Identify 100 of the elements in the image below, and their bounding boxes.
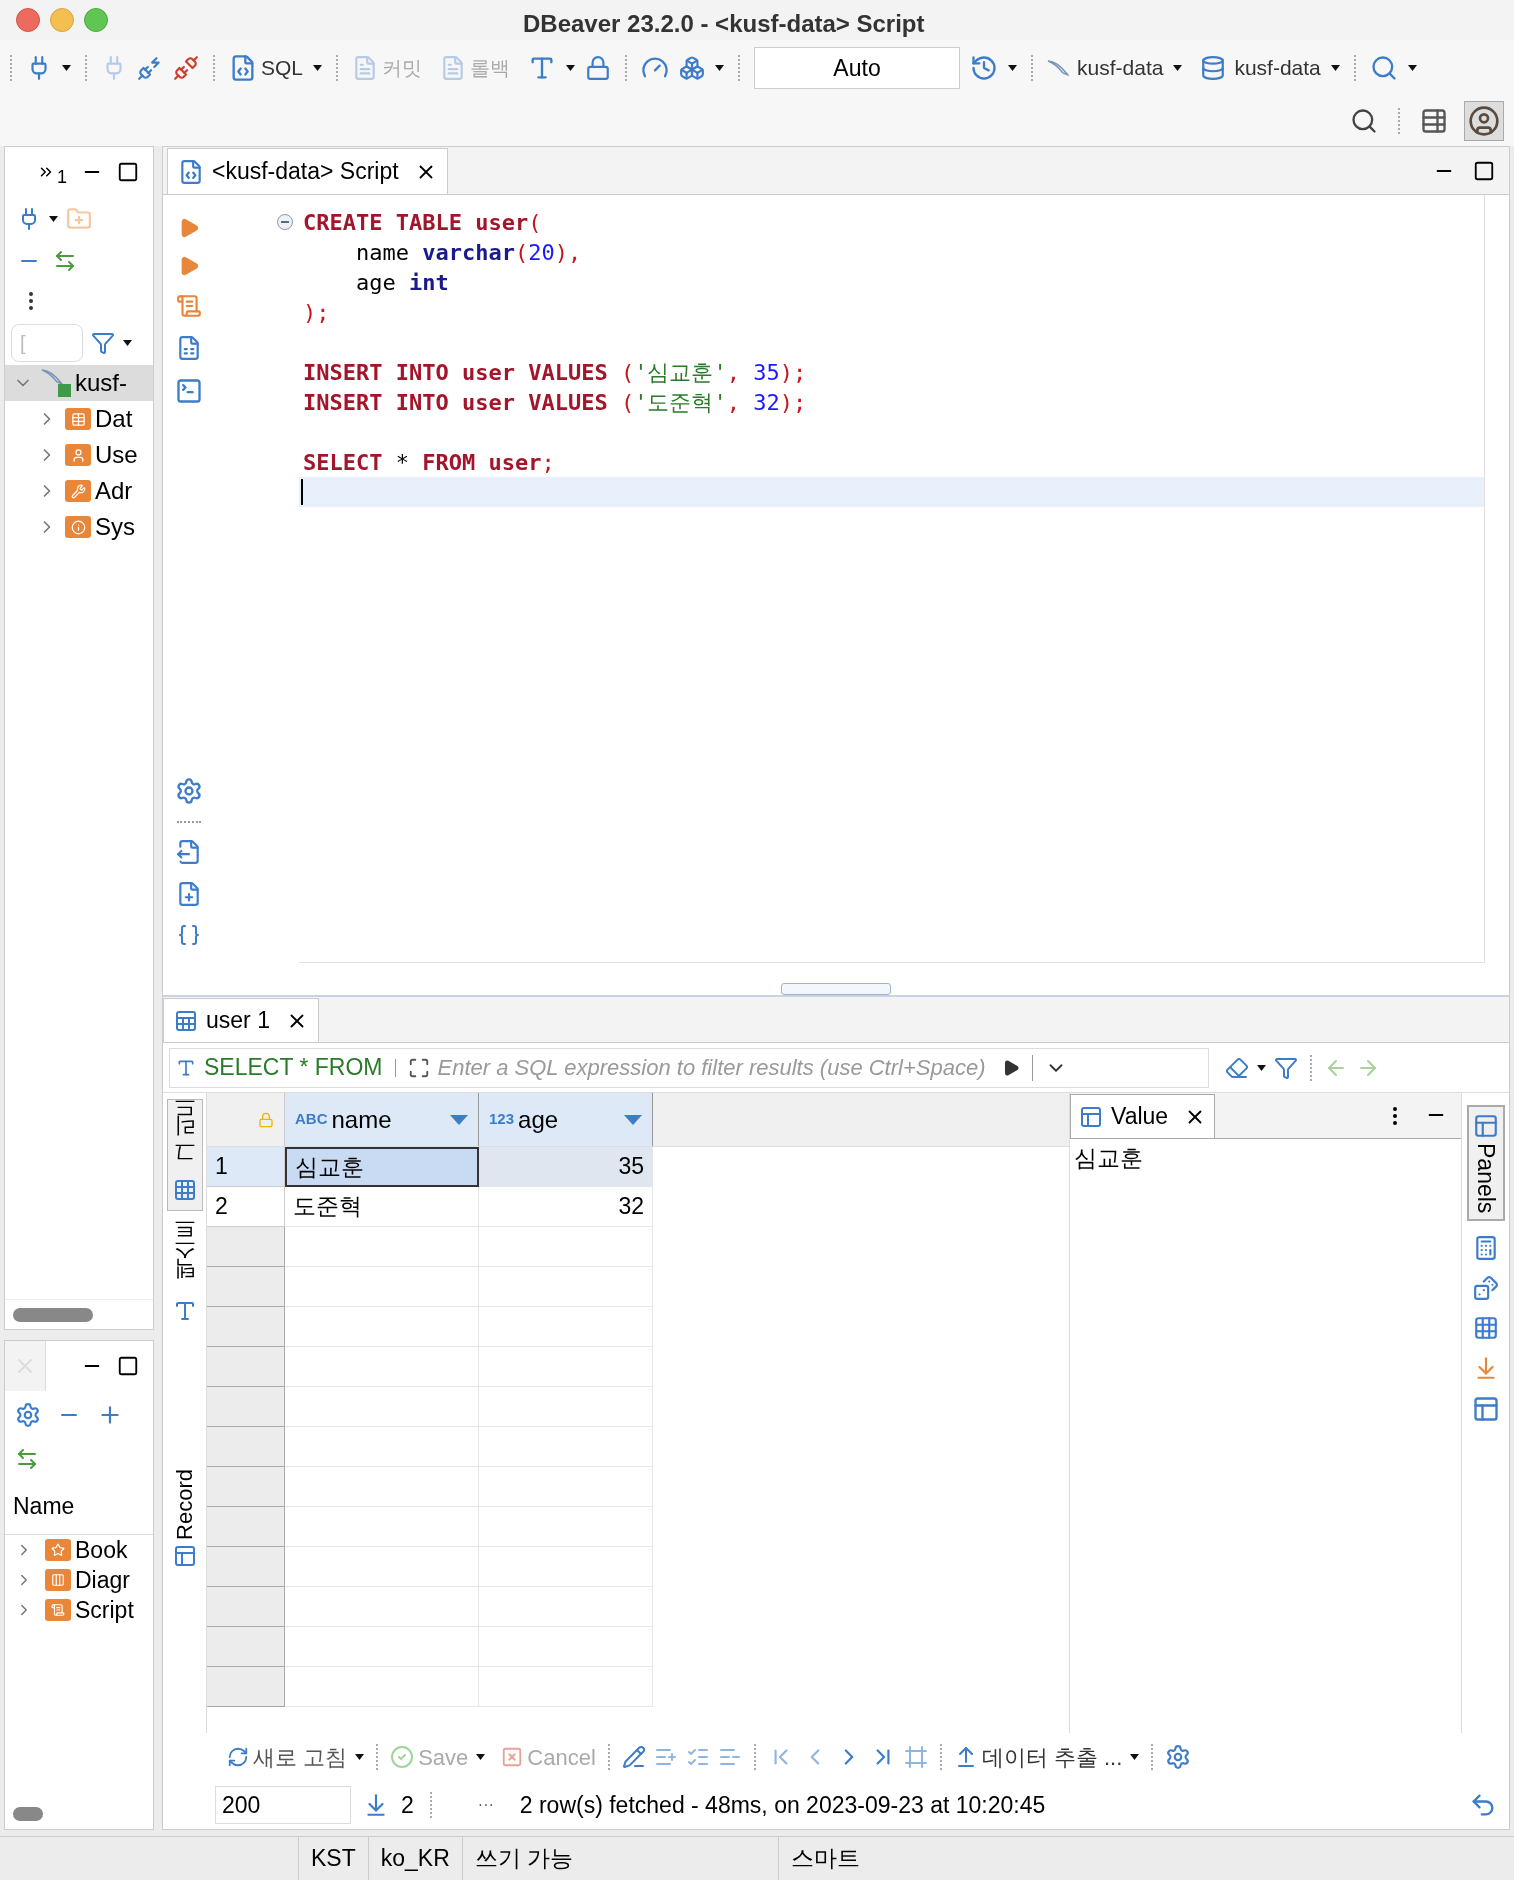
dropdown-icon[interactable]: [62, 65, 71, 71]
reconnect-icon[interactable]: [137, 55, 163, 81]
tree-item[interactable]: Use: [5, 437, 153, 473]
view-tab[interactable]: Record: [166, 1461, 203, 1576]
filter-field[interactable]: SELECT * FROM Enter a SQL expression to filter results (use Ctrl+Space): [169, 1047, 1209, 1088]
refresh-icon[interactable]: [227, 1746, 249, 1768]
zoom-button[interactable]: [84, 8, 108, 32]
maximize-icon[interactable]: [117, 161, 139, 183]
fetch-size-field[interactable]: 200: [215, 1786, 351, 1824]
dropdown-icon[interactable]: [355, 1754, 365, 1760]
filter-icon[interactable]: [1274, 1055, 1298, 1080]
dolphin-icon: [1047, 60, 1070, 76]
datasource-selector[interactable]: kusf-data: [1047, 52, 1164, 84]
dropdown-icon[interactable]: [1173, 65, 1183, 71]
dropdown-icon[interactable]: [1407, 65, 1417, 71]
dice-icon[interactable]: [1472, 1275, 1499, 1302]
folder-icon: [65, 444, 91, 466]
edit-row-icon[interactable]: [621, 1745, 646, 1769]
table-icon[interactable]: [174, 1008, 198, 1033]
close-button[interactable]: [16, 8, 40, 32]
results-tab[interactable]: user 1: [163, 998, 319, 1042]
editor-tab[interactable]: <kusf-data> Script: [167, 148, 448, 194]
folder-icon: [45, 1569, 71, 1591]
scrollbar-thumb[interactable]: [13, 1307, 93, 1322]
search-icon[interactable]: [1350, 107, 1378, 135]
boxes-icon[interactable]: [679, 55, 706, 81]
dropdown-icon[interactable]: [123, 340, 132, 346]
dropdown-icon[interactable]: [1330, 65, 1340, 71]
settings-icon[interactable]: [1165, 1744, 1192, 1770]
terminal-icon[interactable]: [175, 377, 203, 405]
sort-icon[interactable]: [624, 1114, 642, 1125]
explain-icon[interactable]: [176, 335, 202, 361]
code-line: SELECT * FROM user;: [302, 448, 555, 477]
script-icon[interactable]: [178, 158, 204, 185]
sql-editor-button[interactable]: SQL: [229, 52, 304, 84]
filter-field[interactable]: [: [11, 324, 83, 362]
tree-item[interactable]: Sys: [5, 509, 153, 545]
dropdown-icon[interactable]: [49, 216, 58, 222]
database-icon[interactable]: [1200, 55, 1227, 81]
column-header[interactable]: 123 age: [479, 1093, 653, 1146]
overflow-count[interactable]: 1: [57, 163, 67, 191]
code-line: age int: [354, 268, 449, 297]
dropdown-icon[interactable]: [715, 65, 725, 71]
splitter-handle[interactable]: [781, 983, 891, 995]
grid-icon[interactable]: [1472, 1315, 1499, 1342]
table-cell: 32: [479, 1187, 653, 1227]
project-label: Diagr: [75, 1565, 130, 1595]
folder-icon: [45, 1599, 71, 1621]
column-header[interactable]: ABC name: [285, 1093, 479, 1146]
table-icon[interactable]: [1420, 107, 1448, 135]
dropdown-icon[interactable]: [1257, 1064, 1266, 1071]
fold-icon[interactable]: [277, 214, 293, 230]
tree-item[interactable]: Dat: [5, 401, 153, 437]
panel-icon[interactable]: [1079, 1104, 1103, 1129]
link-icon[interactable]: [53, 249, 77, 273]
view-tab[interactable]: 텍스트: [166, 1221, 203, 1331]
dropdown-icon[interactable]: [476, 1754, 486, 1760]
project-item[interactable]: Script: [5, 1595, 153, 1625]
settings-icon[interactable]: [175, 777, 203, 805]
more-button[interactable]: ···: [477, 1793, 494, 1817]
filter-icon[interactable]: [91, 331, 115, 355]
tree-item[interactable]: kusf-: [5, 365, 153, 401]
value-tab[interactable]: Value: [1070, 1094, 1216, 1138]
file-icon[interactable]: [176, 881, 202, 907]
settings-icon[interactable]: [15, 1402, 41, 1428]
eraser-icon[interactable]: [1225, 1055, 1249, 1080]
export-icon[interactable]: [176, 839, 202, 865]
search-icon[interactable]: [1369, 54, 1398, 82]
grid-icon[interactable]: [172, 1178, 197, 1202]
variables-icon[interactable]: [177, 923, 201, 947]
tree-item[interactable]: Adr: [5, 473, 153, 509]
transaction-mode-field[interactable]: Auto: [754, 47, 961, 89]
export-button[interactable]: 데이터 추출 ...: [953, 1740, 1123, 1774]
script-icon[interactable]: [176, 293, 202, 319]
panels-button[interactable]: Panels: [1466, 1105, 1505, 1222]
history-icon[interactable]: [970, 54, 999, 82]
schema-selector[interactable]: kusf-data: [1200, 52, 1321, 84]
disconnect-icon[interactable]: [173, 55, 199, 81]
scrollbar-thumb[interactable]: [13, 1807, 43, 1821]
refresh-button[interactable]: 새로 고침: [227, 1740, 348, 1774]
sort-icon[interactable]: [450, 1114, 468, 1125]
project-item[interactable]: Book: [5, 1535, 153, 1565]
row-number[interactable]: 2: [207, 1187, 285, 1227]
panel-icon[interactable]: [1472, 1113, 1499, 1139]
record-icon[interactable]: [172, 1543, 197, 1568]
dropdown-icon[interactable]: [1008, 65, 1018, 71]
dropdown-icon[interactable]: [566, 65, 576, 71]
dropdown-icon[interactable]: [313, 65, 323, 71]
maximize-icon[interactable]: [1473, 160, 1495, 182]
panel-icon[interactable]: [1471, 1395, 1500, 1424]
lock-icon[interactable]: [585, 55, 612, 81]
dropdown-icon[interactable]: [1130, 1754, 1140, 1760]
column-header[interactable]: Name: [13, 1489, 75, 1524]
window-title: DBeaver 23.2.0 - <kusf-data> Script: [523, 9, 925, 39]
view-tab[interactable]: 그리드: [166, 1099, 203, 1211]
link-icon[interactable]: [15, 1447, 39, 1471]
maximize-icon[interactable]: [117, 1355, 139, 1377]
project-item[interactable]: Diagr: [5, 1565, 153, 1595]
row-number[interactable]: 1: [207, 1147, 285, 1187]
expand-icon[interactable]: [407, 1056, 430, 1079]
